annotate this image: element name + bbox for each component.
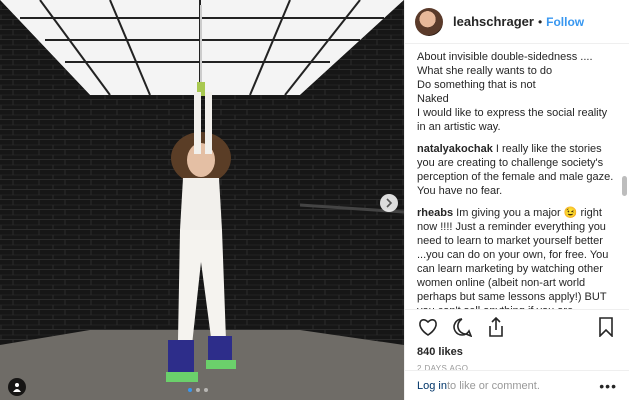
post-header: leahschrager • Follow: [405, 0, 629, 44]
caption-line: What she really wants to do: [417, 65, 553, 77]
caption-line: About invisible double-sidedness ....: [417, 51, 593, 63]
share-icon: [489, 317, 503, 337]
post-sidebar: leahschrager • Follow About invisible do…: [404, 0, 629, 400]
comment-username[interactable]: rheabs: [417, 207, 453, 219]
chevron-right-icon: [386, 198, 393, 208]
login-link[interactable]: Log in: [417, 380, 447, 392]
save-button[interactable]: [595, 316, 617, 338]
comment-text: Im giving you a major 😉 right now !!!! J…: [417, 207, 609, 309]
comment-item: natalyakochak I really like the stories …: [417, 142, 615, 198]
post-photo: [0, 0, 404, 400]
comment-button[interactable]: [451, 316, 473, 338]
photo-scene: [0, 0, 404, 400]
caption-line: I would like to express the social reali…: [417, 107, 608, 133]
caption-line: Do something that is not: [417, 79, 536, 91]
more-options-icon[interactable]: •••: [599, 378, 617, 394]
comment-item: rheabs Im giving you a major 😉 right now…: [417, 206, 615, 309]
heart-icon: [419, 319, 437, 336]
comments-list[interactable]: About invisible double-sidedness .... Wh…: [405, 44, 629, 309]
share-button[interactable]: [485, 316, 507, 338]
post-actions: 840 likes 2 DAYS AGO: [405, 309, 629, 373]
carousel-dot: [204, 388, 208, 392]
action-icon-row: [417, 314, 617, 340]
username-link[interactable]: leahschrager: [453, 14, 534, 29]
tagged-users-button[interactable]: [8, 378, 26, 396]
follow-button[interactable]: Follow: [546, 15, 584, 29]
caption: About invisible double-sidedness .... Wh…: [417, 50, 615, 134]
comments-scrollbar[interactable]: [622, 176, 627, 196]
separator-dot: •: [537, 14, 543, 29]
likes-count[interactable]: 840 likes: [417, 346, 617, 358]
avatar[interactable]: [415, 7, 443, 36]
comment-username[interactable]: natalyakochak: [417, 143, 493, 155]
bookmark-icon: [599, 317, 613, 337]
login-prompt: Log in to like or comment. •••: [405, 370, 629, 400]
carousel-dot: [196, 388, 200, 392]
person-icon: [13, 383, 21, 392]
carousel-dot: [188, 388, 192, 392]
comment-icon: [453, 318, 472, 337]
caption-line: Naked: [417, 93, 449, 105]
like-button[interactable]: [417, 316, 439, 338]
login-text: to like or comment.: [446, 379, 540, 392]
carousel-indicator: [188, 388, 208, 392]
carousel-next-button[interactable]: [380, 194, 398, 212]
